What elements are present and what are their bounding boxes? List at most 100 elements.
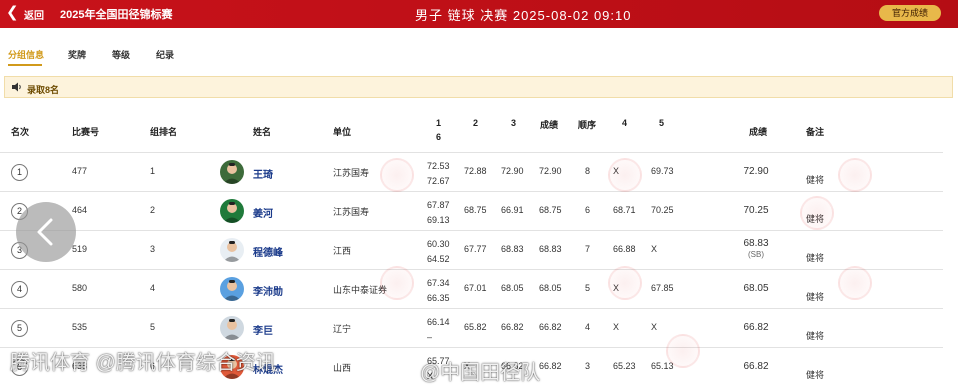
attempt-2-cell: 67.77 [464,244,487,254]
person-icon [223,241,241,262]
final-score: 72.90 [743,166,769,177]
col-attempt-2: 2 [473,118,479,128]
col-attempt-4: 4 [622,118,628,128]
note-cell: 健将 [806,253,825,263]
order-cell: 8 [585,166,591,176]
col-note: 备注 [806,127,825,137]
overlay-watermark-right: @中国田径队 [420,362,541,384]
attempt-3-cell: 72.90 [501,166,524,176]
mid-score-cell: 68.75 [539,205,562,215]
unit-cell: 山东中泰证券 [333,285,388,295]
watermark-logo [800,196,834,230]
back-button[interactable]: 返回 [24,7,44,22]
order-cell: 4 [585,322,591,332]
col-name: 姓名 [253,127,272,137]
mid-score-cell: 66.82 [539,322,562,332]
attempt-2-cell: 72.88 [464,166,487,176]
table-row[interactable]: 5 李巨 535 5 辽宁 66.14 – 65.82 66.82 66.82 4 X X 健将 66.8… [0,309,943,348]
watermark-logo [380,266,414,300]
tab-grades[interactable]: 等级 [112,48,130,61]
athlete-name[interactable]: 李沛勋 [253,283,283,298]
col-mid-score: 成绩 [540,120,559,130]
attempt-1-cell: 60.30 [427,239,450,249]
col-rank: 名次 [11,127,30,137]
tab-medals[interactable]: 奖牌 [68,48,86,61]
bib-cell: 464 [72,205,88,215]
athlete-avatar [220,277,244,301]
final-score: 68.05 [743,283,769,294]
col-attempt-1: 1 [436,118,442,128]
notice-text: 录取8名 [27,85,60,95]
attempt-6-cell: 69.13 [427,215,450,225]
note-cell: 健将 [806,292,825,302]
person-icon [223,163,241,184]
chevron-left-icon [37,218,53,246]
attempt-4-cell: 68.71 [613,205,636,215]
note-cell: 健将 [806,370,825,380]
official-results-button[interactable]: 官方成绩 [879,5,941,21]
athlete-name[interactable]: 程德峰 [253,244,283,259]
floating-back-button[interactable] [16,202,76,262]
rank-badge: 5 [11,320,28,337]
athlete-avatar [220,160,244,184]
col-final-score: 成绩 [749,127,768,137]
top-bar: ❮ 返回 2025年全国田径锦标赛 男子 链球 决赛 2025-08-02 09… [0,0,958,28]
order-cell: 3 [585,361,591,371]
group-order-cell: 3 [150,244,156,254]
attempt-6-cell: 64.52 [427,254,450,264]
group-order-cell: 5 [150,322,156,332]
mid-score-cell: 66.82 [539,361,562,371]
rank-badge: 4 [11,281,28,298]
col-attempt-5: 5 [659,118,665,128]
mid-score-cell: 72.90 [539,166,562,176]
final-score: 66.82 [743,322,769,333]
unit-cell: 江苏国寿 [333,207,370,217]
attempt-4-cell: X [613,322,620,332]
attempt-1-cell: 72.53 [427,161,450,171]
col-unit: 单位 [333,127,352,137]
tab-records[interactable]: 纪录 [156,48,174,61]
athlete-name[interactable]: 王琦 [253,166,273,181]
col-attempt-6: 6 [436,132,442,142]
attempt-2-cell: 68.75 [464,205,487,215]
attempt-6-cell: 72.67 [427,176,450,186]
event-title: 2025年全国田径锦标赛 [60,9,173,21]
watermark-logo [608,266,642,300]
person-icon [223,319,241,340]
notice-bar: 录取8名 [4,76,953,98]
order-cell: 5 [585,283,591,293]
attempt-3-cell: 68.05 [501,283,524,293]
order-cell: 6 [585,205,591,215]
season-best-badge: (SB) [748,250,764,259]
attempt-3-cell: 66.91 [501,205,524,215]
unit-cell: 江西 [333,246,352,256]
table-row[interactable]: 4 李沛勋 580 4 山东中泰证券 67.34 66.35 67.01 68.05 68.05… [0,270,943,309]
unit-cell: 辽宁 [333,324,352,334]
attempt-5-cell: 70.25 [651,205,674,215]
group-order-cell: 2 [150,205,156,215]
bib-cell: 477 [72,166,88,176]
attempt-1-cell: 67.34 [427,278,450,288]
athlete-avatar [220,238,244,262]
final-score: 66.82 [743,361,769,372]
watermark-logo [838,158,872,192]
table-row[interactable]: 1 王琦4771江苏国寿72.5372.6772.8872.9072.908X6… [0,153,943,192]
note-cell: 健将 [806,175,825,185]
attempt-4-cell: 66.88 [613,244,636,254]
watermark-logo [838,266,872,300]
person-icon [223,280,241,301]
attempt-5-cell: 69.73 [651,166,674,176]
table-row[interactable]: 3 程德峰 519 3 江西 60.30 64.52 67.77 68.83 68.83 7 66.… [0,231,943,270]
table-header: 名次 比赛号 组排名 姓名 单位 1 6 2 3 成绩 顺序 4 5 成绩 备注 [0,108,958,152]
tab-group-info[interactable]: 分组信息 [8,48,44,61]
back-chevron-icon[interactable]: ❮ [6,4,19,22]
athlete-name[interactable]: 李巨 [253,322,273,337]
final-score: 70.25 [743,205,769,216]
bib-cell: 535 [72,322,88,332]
order-cell: 7 [585,244,591,254]
athlete-name[interactable]: 姜河 [253,205,273,220]
speaker-icon [12,82,21,92]
attempt-2-cell: 65.82 [464,322,487,332]
rank-badge: 1 [11,164,28,181]
col-bib: 比赛号 [72,127,100,137]
